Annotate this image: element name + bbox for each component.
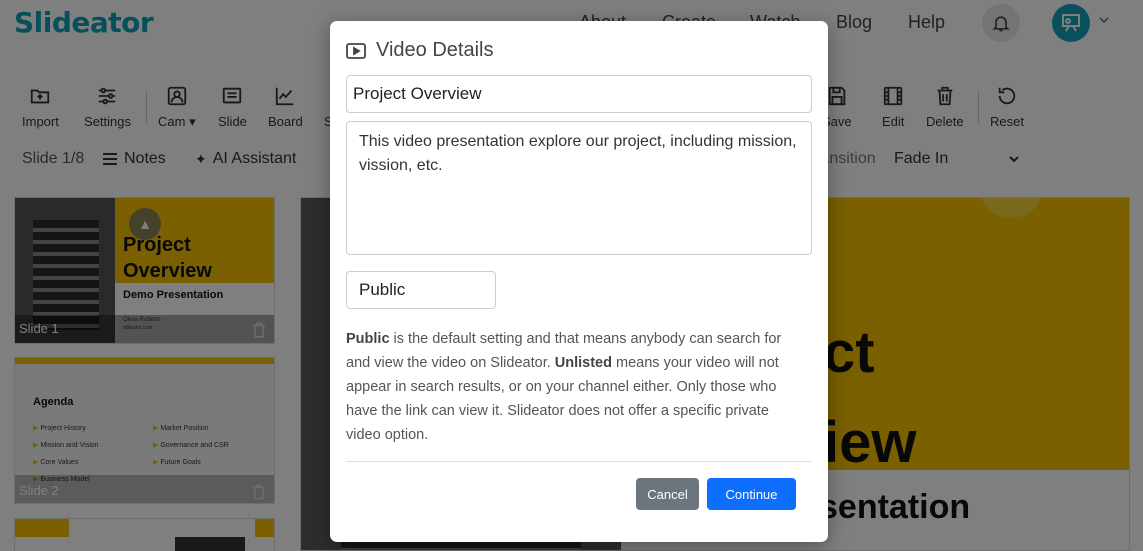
video-description-textarea[interactable]: This video presentation explore our proj… [346,121,812,255]
visibility-help-text: Public is the default setting and that m… [346,331,782,443]
continue-button[interactable]: Continue [707,478,796,510]
modal-title-text: Video Details [376,39,494,61]
video-title-input[interactable] [346,75,812,113]
help-public-word: Public [346,331,390,347]
video-details-modal: Video Details This video presentation ex… [330,21,828,542]
modal-title: Video Details [346,39,493,62]
visibility-select[interactable]: Public [346,271,496,309]
video-play-icon [346,42,366,59]
modal-divider [346,461,812,462]
visibility-value: Public [359,280,406,299]
cancel-button[interactable]: Cancel [636,478,699,510]
help-unlisted-word: Unlisted [554,355,612,371]
